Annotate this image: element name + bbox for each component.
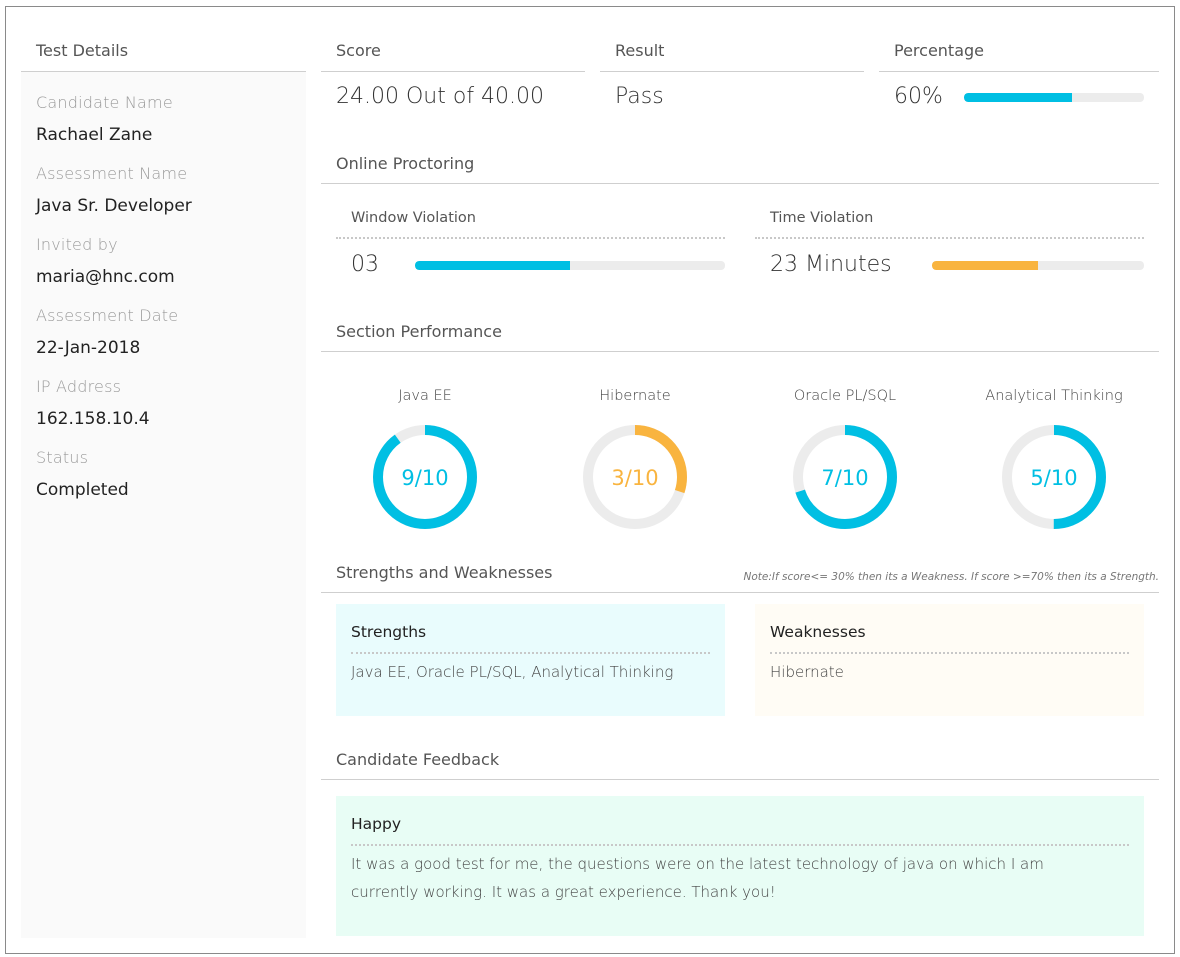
donut-hibernate: Hibernate 3/10	[535, 385, 735, 532]
result-value: Pass	[615, 84, 664, 109]
percentage-progress-fill	[964, 92, 1072, 102]
window-violation-value: 03	[351, 252, 379, 277]
field-assessment-date: Assessment Date 22-Jan-2018	[36, 305, 291, 359]
donut-score: 9/10	[401, 466, 448, 490]
field-value: Rachael Zane	[36, 125, 153, 145]
field-label: Invited by	[36, 235, 118, 254]
feedback-text: It was a good test for me, the questions…	[351, 855, 1044, 901]
candidate-feedback-title: Candidate Feedback	[336, 750, 500, 769]
donut-score: 7/10	[821, 466, 868, 490]
section-performance-title: Section Performance	[336, 322, 502, 341]
test-details-panel: Test Details Candidate Name Rachael Zane…	[21, 36, 306, 938]
field-value: maria@hnc.com	[36, 267, 175, 287]
test-details-title: Test Details	[21, 36, 306, 72]
donut-label: Oracle PL/SQL	[793, 388, 897, 404]
field-value: Java Sr. Developer	[36, 196, 192, 216]
donut-score: 3/10	[611, 466, 658, 490]
score-block: Score 24.00 Out of 40.00	[321, 36, 585, 110]
strengths-box: Strengths Java EE, Oracle PL/SQL, Analyt…	[336, 604, 725, 716]
percentage-progress-bar	[964, 92, 1144, 102]
donut-oracle-plsql: Oracle PL/SQL 7/10	[745, 385, 945, 532]
donut-score: 5/10	[1030, 466, 1077, 490]
field-assessment-name: Assessment Name Java Sr. Developer	[36, 163, 291, 217]
result-block: Result Pass	[600, 36, 864, 110]
field-label: Assessment Name	[36, 164, 188, 183]
window-violation-fill	[415, 260, 570, 270]
donut-analytical-thinking: Analytical Thinking 5/10	[954, 385, 1154, 532]
time-violation-row: 23 Minutes	[755, 251, 1144, 279]
field-label: IP Address	[36, 377, 122, 396]
weaknesses-title: Weaknesses	[770, 621, 1129, 654]
section-performance-header: Section Performance	[321, 316, 1159, 352]
field-invited-by: Invited by maria@hnc.com	[36, 234, 291, 288]
field-label: Candidate Name	[36, 93, 173, 112]
strengths-weaknesses-header: Strengths and Weaknesses Note:If score<=…	[321, 557, 1159, 593]
score-value: 24.00 Out of 40.00	[336, 84, 545, 109]
field-candidate-name: Candidate Name Rachael Zane	[36, 92, 291, 146]
field-label: Status	[36, 448, 89, 467]
window-violation-row: 03	[336, 251, 725, 279]
online-proctoring-header: Online Proctoring	[321, 148, 1159, 184]
field-value: 22-Jan-2018	[36, 338, 141, 358]
window-violation-label: Window Violation	[336, 205, 725, 239]
feedback-box: Happy It was a good test for me, the que…	[336, 796, 1144, 936]
percentage-value: 60%	[894, 84, 943, 109]
result-label: Result	[600, 36, 864, 72]
donut-label: Hibernate	[599, 388, 671, 404]
feedback-mood: Happy	[351, 813, 1129, 846]
strengths-weaknesses-note: Note:If score<= 30% then its a Weakness.…	[743, 571, 1159, 583]
percentage-row: 60%	[879, 84, 1159, 110]
window-violation-bar	[415, 260, 725, 270]
donut-chart: 3/10	[583, 425, 687, 529]
percentage-label: Percentage	[879, 36, 1159, 72]
candidate-feedback-header: Candidate Feedback	[321, 744, 1159, 780]
window-violation-block: Window Violation 03	[336, 205, 725, 279]
time-violation-fill	[932, 260, 1038, 270]
test-details-body: Candidate Name Rachael Zane Assessment N…	[21, 72, 306, 938]
field-value: 162.158.10.4	[36, 409, 150, 429]
field-label: Assessment Date	[36, 306, 179, 325]
donut-label: Java EE	[398, 388, 452, 404]
donut-java-ee: Java EE 9/10	[325, 385, 525, 532]
field-ip-address: IP Address 162.158.10.4	[36, 376, 291, 430]
weaknesses-box: Weaknesses Hibernate	[755, 604, 1144, 716]
strengths-title: Strengths	[351, 621, 710, 654]
time-violation-label: Time Violation	[755, 205, 1144, 239]
percentage-block: Percentage 60%	[879, 36, 1159, 110]
score-label: Score	[321, 36, 585, 72]
time-violation-bar	[932, 260, 1144, 270]
weaknesses-text: Hibernate	[770, 663, 844, 681]
field-status: Status Completed	[36, 447, 291, 501]
strengths-weaknesses-title: Strengths and Weaknesses	[336, 563, 553, 582]
online-proctoring-title: Online Proctoring	[336, 154, 475, 173]
strengths-text: Java EE, Oracle PL/SQL, Analytical Think…	[351, 663, 674, 681]
time-violation-value: 23 Minutes	[770, 252, 892, 277]
time-violation-block: Time Violation 23 Minutes	[755, 205, 1144, 279]
donut-label: Analytical Thinking	[985, 388, 1123, 404]
donut-chart: 5/10	[1002, 425, 1106, 529]
donut-chart: 7/10	[793, 425, 897, 529]
field-value: Completed	[36, 480, 129, 500]
donut-chart: 9/10	[373, 425, 477, 529]
